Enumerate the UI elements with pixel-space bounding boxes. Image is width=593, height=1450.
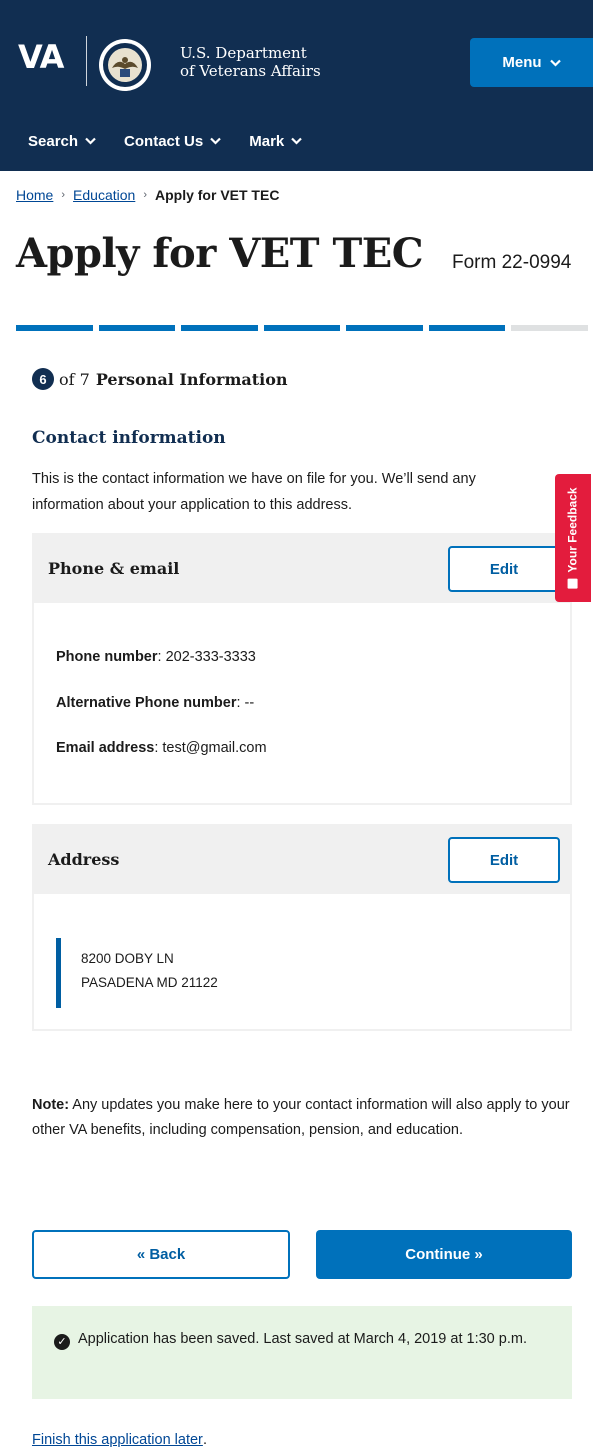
form-number: Form 22-0994	[452, 252, 572, 273]
progress-segment-5	[346, 325, 423, 331]
saved-alert: ✓ Application has been saved. Last saved …	[32, 1306, 572, 1399]
header-nav: Search Contact Us Mark	[0, 118, 593, 164]
department-line-2: of Veterans Affairs	[180, 62, 321, 80]
alt-phone-value: : --	[236, 695, 255, 711]
finish-later-link[interactable]: Finish this application later	[32, 1432, 203, 1448]
step-indicator: 6 of 7 Personal Information	[32, 368, 288, 390]
continue-button[interactable]: Continue »	[316, 1230, 572, 1279]
note-body: Any updates you make here to your contac…	[32, 1097, 570, 1138]
email-row: Email address: test@gmail.com	[56, 740, 267, 756]
card-title: Address	[48, 850, 120, 869]
breadcrumb-current: Apply for VET TEC	[154, 187, 280, 203]
site-header: VA U.S. Department of Veterans Affairs M…	[0, 0, 593, 171]
email-label: Email address	[56, 740, 155, 756]
note-label: Note:	[32, 1097, 70, 1113]
progress-segment-2	[98, 325, 176, 331]
edit-address-button[interactable]: Edit	[448, 837, 560, 883]
step-of-total: of 7	[59, 369, 90, 389]
chevron-down-icon	[85, 134, 96, 148]
address-line-2: PASADENA MD 21122	[81, 975, 218, 990]
logo-divider	[86, 36, 87, 86]
feedback-tab-content: Your Feedback	[566, 487, 581, 589]
progress-segment-1	[16, 325, 93, 331]
nav-search-label: Search	[28, 132, 79, 150]
section-title: Contact information	[32, 428, 226, 448]
progress-bar	[16, 325, 589, 331]
phone-number-label: Phone number	[56, 649, 158, 665]
va-seal-icon	[99, 39, 151, 91]
card-header: Address Edit	[34, 826, 570, 894]
department-line-1: U.S. Department	[180, 44, 307, 62]
feedback-label: Your Feedback	[566, 487, 581, 573]
breadcrumb-education[interactable]: Education	[73, 187, 135, 203]
chevron-right-icon: ›	[143, 189, 147, 201]
progress-segment-6	[428, 325, 506, 331]
menu-button[interactable]: Menu	[470, 38, 593, 87]
address-block: 8200 DOBY LN PASADENA MD 21122	[56, 938, 218, 1008]
feedback-icon	[568, 578, 579, 589]
edit-phone-email-button[interactable]: Edit	[448, 546, 560, 592]
chevron-down-icon	[549, 56, 561, 70]
nav-contact-us-label: Contact Us	[124, 132, 204, 150]
nav-user-label: Mark	[249, 132, 285, 150]
phone-number-value: : 202-333-3333	[157, 649, 256, 665]
note-text: Note: Any updates you make here to your …	[32, 1093, 572, 1143]
progress-segment-7	[511, 325, 589, 331]
alt-phone-label: Alternative Phone number	[56, 695, 237, 711]
address-card: Address Edit 8200 DOBY LN PASADENA MD 21…	[32, 824, 572, 1031]
card-header: Phone & email Edit	[34, 535, 570, 603]
menu-label: Menu	[502, 54, 542, 71]
chevron-down-icon	[291, 134, 303, 148]
email-value: : test@gmail.com	[154, 740, 267, 756]
saved-message: Application has been saved. Last saved a…	[78, 1331, 527, 1347]
card-title: Phone & email	[48, 559, 180, 578]
breadcrumb: Home › Education › Apply for VET TEC	[16, 187, 279, 203]
nav-user-mark[interactable]: Mark	[249, 132, 303, 150]
progress-segment-4	[263, 325, 341, 331]
finish-later-label: Finish this application later	[32, 1432, 203, 1448]
step-name: Personal Information	[95, 369, 288, 389]
nav-search[interactable]: Search	[28, 133, 96, 150]
alt-phone-row: Alternative Phone number: --	[56, 695, 254, 711]
chevron-right-icon: ›	[61, 189, 66, 201]
chevron-down-icon	[210, 134, 222, 148]
back-button[interactable]: « Back	[32, 1230, 290, 1279]
address-line-1: 8200 DOBY LN	[81, 951, 174, 966]
finish-period: .	[203, 1432, 208, 1448]
step-number-badge: 6	[32, 368, 54, 390]
breadcrumb-home[interactable]: Home	[16, 187, 53, 203]
phone-email-card: Phone & email Edit Phone number: 202-333…	[32, 533, 572, 805]
check-circle-icon: ✓	[54, 1334, 70, 1350]
section-intro: This is the contact information we have …	[32, 466, 572, 518]
intro-line-1: This is the contact information we have …	[32, 471, 476, 487]
va-logo[interactable]: VA	[18, 38, 64, 76]
intro-line-2: information about your application to th…	[32, 497, 352, 513]
nav-contact-us[interactable]: Contact Us	[124, 132, 222, 150]
department-name[interactable]: U.S. Department of Veterans Affairs	[180, 44, 321, 80]
feedback-tab[interactable]: Your Feedback	[555, 474, 591, 602]
logo-row: VA U.S. Department of Veterans Affairs M…	[0, 0, 593, 110]
progress-segment-3	[181, 325, 258, 331]
page-title: Apply for VET TEC	[16, 230, 424, 277]
phone-number-row: Phone number: 202-333-3333	[56, 649, 256, 665]
